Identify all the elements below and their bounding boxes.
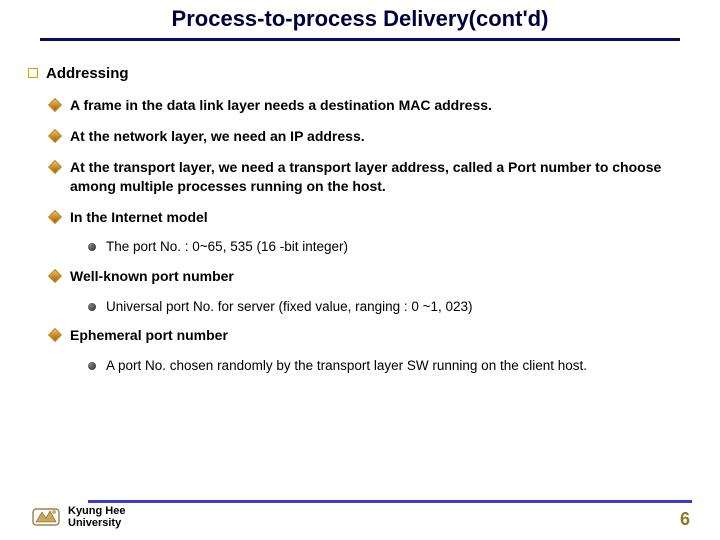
bullet-text: A frame in the data link layer needs a d…	[70, 96, 500, 115]
page-title: Process-to-process Delivery(cont'd)	[40, 6, 680, 32]
bullet-item: Ephemeral port number	[50, 326, 692, 345]
sub-bullet-item: Universal port No. for server (fixed val…	[88, 298, 692, 316]
dot-bullet-icon	[88, 303, 96, 311]
footer: Kyung Hee University 6	[0, 500, 720, 530]
bullet-item: Well-known port number	[50, 267, 692, 286]
page-number: 6	[680, 509, 690, 530]
university-name: Kyung Hee University	[68, 505, 125, 529]
diamond-bullet-icon	[48, 269, 62, 283]
diamond-bullet-icon	[48, 328, 62, 342]
bullet-text: In the Internet model	[70, 208, 216, 227]
footer-row: Kyung Hee University 6	[28, 505, 692, 530]
sub-bullet-item: A port No. chosen randomly by the transp…	[88, 357, 692, 375]
content-area: Addressing A frame in the data link laye…	[0, 41, 720, 375]
footer-divider	[88, 500, 692, 503]
bullet-text: Well-known port number	[70, 267, 242, 286]
section-heading: Addressing	[28, 65, 692, 82]
bullet-text: Ephemeral port number	[70, 326, 236, 345]
diamond-bullet-icon	[48, 129, 62, 143]
square-bullet-icon	[28, 68, 38, 78]
slide: Process-to-process Delivery(cont'd) Addr…	[0, 0, 720, 540]
bullet-text: At the network layer, we need an IP addr…	[70, 127, 373, 146]
university-block: Kyung Hee University	[28, 505, 125, 529]
diamond-bullet-icon	[48, 160, 62, 174]
sub-bullet-text: A port No. chosen randomly by the transp…	[106, 357, 587, 375]
bullet-item: In the Internet model	[50, 208, 692, 227]
university-crest-icon	[32, 506, 60, 528]
bullet-item: A frame in the data link layer needs a d…	[50, 96, 692, 115]
section-heading-text: Addressing	[46, 65, 129, 82]
bullet-item: At the transport layer, we need a transp…	[50, 158, 692, 196]
university-line2: University	[68, 517, 125, 529]
diamond-bullet-icon	[48, 98, 62, 112]
dot-bullet-icon	[88, 362, 96, 370]
dot-bullet-icon	[88, 243, 96, 251]
sub-bullet-item: The port No. : 0~65, 535 (16 -bit intege…	[88, 238, 692, 256]
diamond-bullet-icon	[48, 209, 62, 223]
sub-bullet-text: The port No. : 0~65, 535 (16 -bit intege…	[106, 238, 348, 256]
university-line1: Kyung Hee	[68, 505, 125, 517]
bullet-text: At the transport layer, we need a transp…	[70, 158, 692, 196]
bullet-item: At the network layer, we need an IP addr…	[50, 127, 692, 146]
title-wrap: Process-to-process Delivery(cont'd)	[0, 0, 720, 34]
sub-bullet-text: Universal port No. for server (fixed val…	[106, 298, 473, 316]
